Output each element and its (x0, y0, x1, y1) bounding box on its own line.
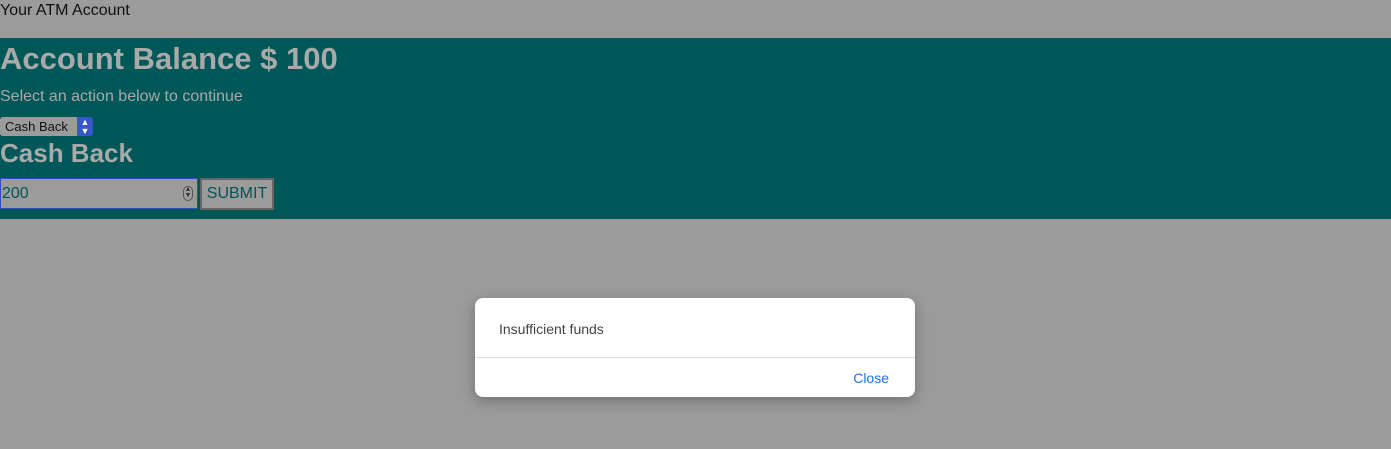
section-heading: Cash Back (0, 138, 133, 168)
instruction-text: Select an action below to continue (0, 88, 243, 105)
number-stepper-icon[interactable]: ▲ ▼ (183, 186, 193, 201)
action-select-value[interactable]: Cash Back (0, 117, 77, 136)
atm-page: Your ATM Account Account Balance $ 100 S… (0, 0, 1391, 449)
dialog-close-button[interactable]: Close (853, 369, 889, 387)
amount-value[interactable]: 200 (2, 179, 29, 208)
dialog-divider (475, 357, 915, 358)
amount-input[interactable]: 200 ▲ ▼ (0, 178, 198, 209)
updown-chevron-icon[interactable]: ▲ ▼ (77, 117, 93, 136)
submit-button[interactable]: SUBMIT (200, 178, 274, 210)
action-select[interactable]: Cash Back ▲ ▼ (0, 117, 93, 136)
dialog-message: Insufficient funds (499, 321, 604, 337)
page-title: Your ATM Account (0, 2, 130, 19)
account-panel: Account Balance $ 100 Select an action b… (0, 38, 1391, 219)
account-balance: Account Balance $ 100 (0, 41, 338, 76)
alert-dialog: Insufficient funds Close (475, 298, 915, 397)
